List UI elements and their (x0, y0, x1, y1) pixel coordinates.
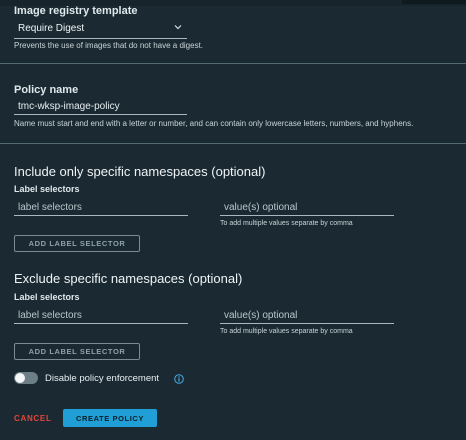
include-value-input[interactable] (220, 198, 394, 217)
disable-enforcement-label: Disable policy enforcement (45, 373, 160, 384)
include-value-helper: To add multiple values separate by comma (220, 220, 353, 227)
image-registry-selected: Require Digest (18, 23, 85, 34)
info-icon[interactable] (174, 374, 184, 384)
include-label-selectors-label: Label selectors (14, 184, 80, 194)
include-namespaces-heading: Include only specific namespaces (option… (14, 164, 266, 179)
include-add-label-selector-button[interactable]: ADD LABEL SELECTOR (14, 235, 140, 252)
create-policy-button[interactable]: CREATE POLICY (63, 409, 157, 427)
exclude-namespaces-heading: Exclude specific namespaces (optional) (14, 271, 243, 286)
policy-name-field[interactable] (14, 96, 187, 116)
divider (0, 143, 466, 144)
policy-name-input[interactable] (14, 97, 187, 116)
exclude-label-selector-field[interactable] (14, 305, 188, 325)
include-label-selector-input[interactable] (14, 198, 188, 217)
include-label-selector-field[interactable] (14, 197, 188, 217)
toggle-knob (15, 373, 25, 383)
exclude-value-field[interactable] (220, 305, 394, 325)
cancel-button[interactable]: CANCEL (14, 414, 52, 423)
include-value-field[interactable] (220, 197, 394, 217)
exclude-value-helper: To add multiple values separate by comma (220, 328, 353, 335)
policy-name-helper: Name must start and end with a letter or… (14, 119, 414, 128)
top-bar-dark-segment (402, 0, 466, 4)
exclude-label-selectors-label: Label selectors (14, 292, 80, 302)
exclude-add-label-selector-button[interactable]: ADD LABEL SELECTOR (14, 343, 140, 360)
divider (0, 63, 466, 64)
exclude-label-selector-input[interactable] (14, 306, 188, 325)
image-registry-label: Image registry template (14, 5, 138, 17)
chevron-down-icon (174, 25, 182, 30)
policy-name-label: Policy name (14, 84, 79, 96)
image-registry-select[interactable]: Require Digest (14, 20, 187, 39)
disable-enforcement-toggle[interactable] (14, 372, 38, 384)
image-registry-helper: Prevents the use of images that do not h… (14, 41, 204, 50)
exclude-value-input[interactable] (220, 306, 394, 325)
